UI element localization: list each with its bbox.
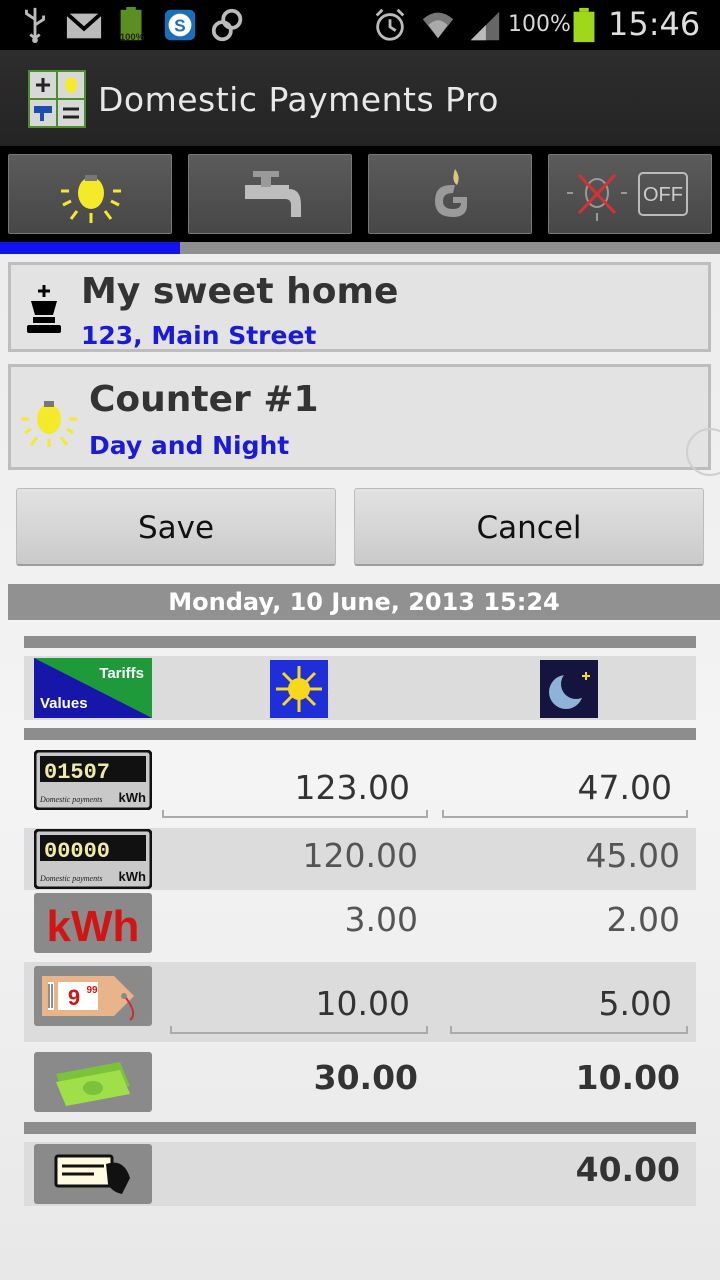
table-row-consumption: kWh 3.00 2.00 <box>24 892 696 954</box>
svg-text:9: 9 <box>68 985 80 1010</box>
action-bar: Domestic Payments Pro <box>0 50 720 146</box>
table-header-row: Tariffs Values <box>24 656 696 720</box>
skype-icon: S <box>164 9 196 41</box>
table-top-rule <box>24 636 696 648</box>
money-icon <box>34 1052 152 1112</box>
battery-icon <box>573 7 595 43</box>
svg-text:Domestic payments: Domestic payments <box>39 795 102 804</box>
previous-day-value: 120.00 <box>302 836 418 875</box>
battery-widget-icon: 100% <box>120 6 145 43</box>
svg-text:99: 99 <box>86 985 98 996</box>
svg-text:Values: Values <box>40 695 88 712</box>
tariffs-values-icon: Tariffs Values <box>34 658 152 718</box>
cost-day-value: 30.00 <box>313 1058 418 1097</box>
sun-icon[interactable] <box>270 660 328 718</box>
svg-text:01507: 01507 <box>44 760 110 785</box>
tab-indicator <box>0 242 720 254</box>
cancel-button[interactable]: Cancel <box>354 488 704 566</box>
moon-icon[interactable] <box>540 660 598 718</box>
svg-text:Tariffs: Tariffs <box>99 665 144 682</box>
table-row-previous-reading: 00000 Domestic payments kWh 120.00 45.00 <box>24 828 696 890</box>
faucet-icon <box>245 171 301 217</box>
price-tag-icon: 9 99 <box>34 966 152 1026</box>
table-header-rule <box>24 728 696 740</box>
svg-text:kWh: kWh <box>47 902 140 951</box>
cost-night-value: 10.00 <box>575 1058 680 1097</box>
meter-previous-icon: 00000 Domestic payments kWh <box>34 829 152 889</box>
tab-off[interactable]: OFF <box>548 154 712 234</box>
table-row-price: 9 99 10.00 5.00 <box>24 962 696 1042</box>
counter-title: Counter #1 <box>89 379 319 420</box>
table-row-current-reading: 01507 Domestic payments kWh 123.00 47.00 <box>24 746 696 820</box>
current-night-field[interactable] <box>442 810 688 818</box>
home-address: 123, Main Street <box>81 321 317 350</box>
home-title: My sweet home <box>81 271 399 312</box>
svg-text:Domestic payments: Domestic payments <box>39 874 102 883</box>
price-day-field[interactable] <box>170 1026 428 1034</box>
tab-indicator-active <box>0 242 180 254</box>
status-bar: 100% S 100% 15:46 <box>0 0 720 50</box>
counter-selector[interactable]: Counter #1 Day and Night <box>8 364 711 470</box>
wifi-icon <box>422 12 454 39</box>
tab-gas[interactable] <box>368 154 532 234</box>
consumption-day-value: 3.00 <box>344 900 418 939</box>
chess-king-icon <box>27 285 61 333</box>
table-row-cost: 30.00 10.00 <box>24 1048 696 1114</box>
total-value: 40.00 <box>575 1150 680 1189</box>
tab-electricity[interactable] <box>8 154 172 234</box>
svg-text:kWh: kWh <box>119 790 147 805</box>
meter-current-icon: 01507 Domestic payments kWh <box>34 750 152 810</box>
svg-text:kWh: kWh <box>119 869 147 884</box>
save-button[interactable]: Save <box>16 488 336 566</box>
payment-card-icon <box>34 1144 152 1204</box>
svg-text:OFF: OFF <box>643 184 683 206</box>
table-total-rule <box>24 1122 696 1134</box>
current-night-value[interactable]: 47.00 <box>444 768 672 807</box>
table-row-total: 40.00 <box>24 1142 696 1206</box>
usb-icon <box>25 7 45 44</box>
battery-percent: 100% <box>508 12 571 37</box>
current-day-field[interactable] <box>162 810 428 818</box>
svg-text:S: S <box>174 17 185 36</box>
clock: 15:46 <box>608 5 701 43</box>
price-day-value[interactable]: 10.00 <box>174 984 410 1023</box>
app-title: Domestic Payments Pro <box>98 80 499 119</box>
calculator-app-icon[interactable] <box>28 70 86 128</box>
reading-date[interactable]: Monday, 10 June, 2013 15:24 <box>8 584 720 620</box>
svg-text:00000: 00000 <box>44 839 110 864</box>
gas-flame-icon <box>435 169 467 217</box>
price-night-field[interactable] <box>450 1026 688 1034</box>
alarm-icon <box>375 8 405 41</box>
utility-tabs: OFF <box>0 146 720 242</box>
previous-night-value: 45.00 <box>585 836 680 875</box>
sync-icon <box>211 8 243 42</box>
current-day-value[interactable]: 123.00 <box>174 768 410 807</box>
tab-water[interactable] <box>188 154 352 234</box>
counter-subtitle: Day and Night <box>89 431 290 460</box>
price-night-value[interactable]: 5.00 <box>444 984 672 1023</box>
kwh-icon: kWh <box>34 893 152 953</box>
home-selector[interactable]: My sweet home 123, Main Street <box>8 262 711 352</box>
consumption-night-value: 2.00 <box>606 900 680 939</box>
signal-icon <box>470 11 500 41</box>
counter-lightbulb-icon <box>21 401 77 447</box>
light-off-icon: OFF <box>567 172 688 221</box>
svg-text:100%: 100% <box>120 32 145 43</box>
gmail-icon <box>65 12 103 39</box>
lightbulb-icon <box>61 175 121 223</box>
